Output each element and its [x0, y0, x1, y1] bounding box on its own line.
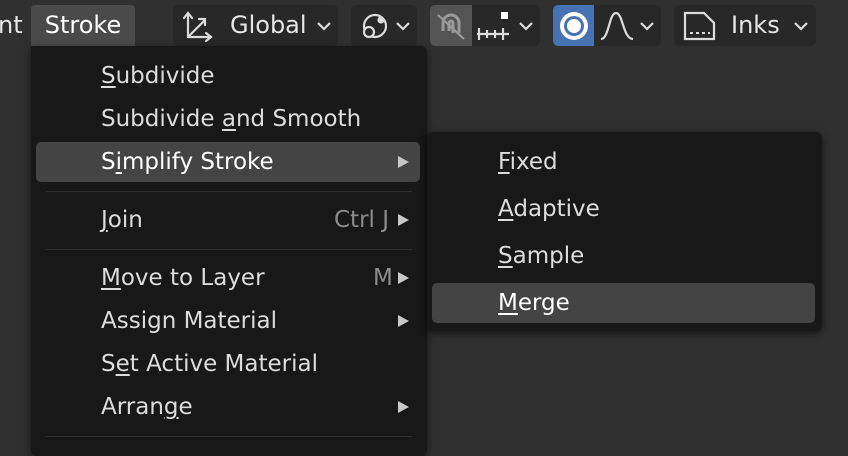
- layer-mode-dropdown[interactable]: Inks: [674, 5, 816, 46]
- label-text: S: [101, 351, 116, 377]
- mnemonic-letter: S: [498, 243, 513, 269]
- menu-item-set-active-material[interactable]: Set Active Material: [36, 344, 420, 384]
- mnemonic-letter: M: [498, 290, 518, 316]
- label-text: erge: [517, 290, 570, 316]
- menu-item-subdivide[interactable]: Subdivide: [36, 56, 420, 96]
- menu-item-label: Adaptive: [498, 189, 600, 229]
- layer-mode-label: Inks: [731, 11, 780, 39]
- submenu-arrow-icon: [398, 214, 409, 226]
- menu-separator: [46, 249, 412, 250]
- header-bar: nt Stroke Global Inks: [0, 0, 848, 50]
- simplify-stroke-submenu: Fixed Adaptive Sample Merge: [427, 132, 822, 331]
- snapping-controls: [430, 5, 540, 46]
- menu-separator: [46, 436, 412, 437]
- menu-item-label: Move to Layer: [101, 258, 265, 298]
- mnemonic-letter: g: [163, 394, 179, 420]
- menu-item-label: Join: [101, 200, 143, 240]
- menu-item-label: Assign Material: [101, 301, 277, 341]
- chevron-down-icon: [794, 22, 808, 31]
- proportional-editing-controls: [553, 5, 661, 46]
- menu-item-move-to-layer[interactable]: Move to Layer M: [36, 258, 420, 298]
- shortcut-label: M: [373, 265, 393, 291]
- menu-item-label: Subdivide and Smooth: [101, 99, 361, 139]
- label-text: oin: [107, 207, 143, 233]
- previous-menu-label[interactable]: nt: [0, 5, 23, 46]
- label-text: t Active Material: [129, 351, 318, 377]
- proportional-editing-toggle[interactable]: [553, 5, 594, 46]
- transform-orientation-label: Global: [230, 11, 307, 39]
- submenu-item-fixed[interactable]: Fixed: [432, 142, 815, 182]
- label-text: S: [101, 149, 116, 175]
- menu-separator: [46, 191, 412, 192]
- menu-item-assign-material[interactable]: Assign Material: [36, 301, 420, 341]
- chevron-down-icon: [640, 22, 654, 31]
- pivot-point-dropdown[interactable]: [351, 5, 417, 46]
- label-text: ove to Layer: [120, 265, 265, 291]
- label-text: nd Smooth: [235, 106, 362, 132]
- label-text: Assign Material: [101, 308, 278, 334]
- chevron-down-icon: [519, 22, 533, 31]
- pivot-point-icon: [362, 13, 388, 39]
- mnemonic-letter: e: [115, 351, 130, 377]
- label-text: ixed: [509, 149, 558, 175]
- label-text: ample: [512, 243, 585, 269]
- snap-toggle-button[interactable]: [430, 5, 472, 46]
- label-text: Subdivide: [101, 106, 222, 132]
- menu-item-label: Set Active Material: [101, 344, 318, 384]
- chevron-down-icon: [396, 22, 410, 31]
- menu-item-arrange[interactable]: Arrange: [36, 387, 420, 427]
- mnemonic-letter: F: [498, 149, 510, 175]
- mnemonic-letter: A: [498, 196, 514, 222]
- menu-item-label: Merge: [498, 283, 570, 323]
- mnemonic-letter: a: [221, 106, 236, 132]
- document-icon: [683, 11, 716, 41]
- submenu-item-merge[interactable]: Merge: [432, 283, 815, 323]
- magnet-icon: [437, 13, 465, 40]
- menu-item-label: Simplify Stroke: [101, 142, 274, 182]
- submenu-item-sample[interactable]: Sample: [432, 236, 815, 276]
- submenu-arrow-icon: [398, 272, 409, 284]
- menu-item-join[interactable]: Join Ctrl J: [36, 200, 420, 240]
- transform-orientation-dropdown[interactable]: Global: [173, 5, 338, 46]
- chevron-down-icon: [317, 22, 331, 31]
- menu-item-label: Arrange: [101, 387, 193, 427]
- label-text: e: [178, 394, 193, 420]
- shortcut-label: Ctrl J: [334, 207, 390, 233]
- mnemonic-letter: S: [101, 63, 116, 89]
- stroke-dropdown-menu: Subdivide Subdivide and Smooth Simplify …: [31, 46, 427, 456]
- label-text: mplify Stroke: [122, 149, 274, 175]
- label-text: daptive: [513, 196, 600, 222]
- snap-increment-icon: [477, 12, 509, 40]
- submenu-item-adaptive[interactable]: Adaptive: [432, 189, 815, 229]
- stroke-menu-button[interactable]: Stroke: [31, 5, 135, 46]
- menu-item-subdivide-and-smooth[interactable]: Subdivide and Smooth: [36, 99, 420, 139]
- label-text: ubdivide: [115, 63, 215, 89]
- submenu-arrow-icon: [398, 401, 409, 413]
- menu-item-label: Subdivide: [101, 56, 215, 96]
- proportional-editing-icon: [560, 12, 588, 40]
- label-text: Arran: [101, 394, 164, 420]
- menu-item-label: Sample: [498, 236, 584, 276]
- submenu-arrow-icon: [398, 156, 409, 168]
- mnemonic-letter: J: [101, 207, 108, 233]
- transform-orientation-icon: [182, 11, 213, 43]
- falloff-curve-icon: [600, 11, 634, 41]
- mnemonic-letter: M: [101, 265, 121, 291]
- menu-item-simplify-stroke[interactable]: Simplify Stroke: [36, 142, 420, 182]
- submenu-arrow-icon: [398, 315, 409, 327]
- menu-item-label: Fixed: [498, 142, 558, 182]
